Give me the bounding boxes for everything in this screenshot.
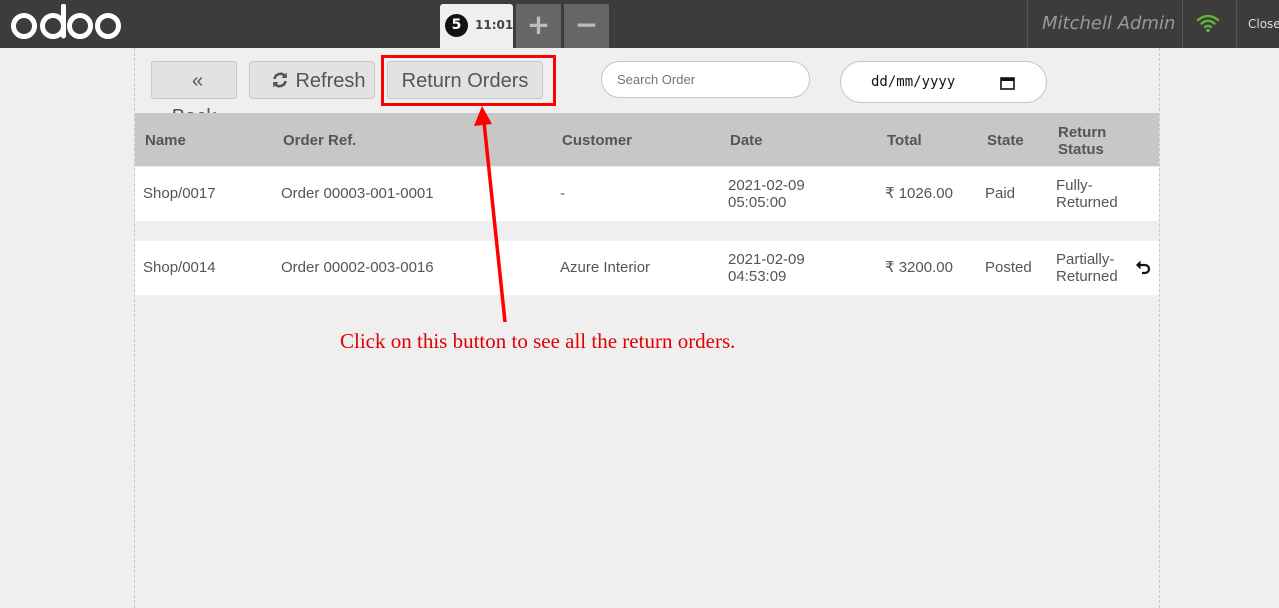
wifi-icon[interactable] <box>1196 13 1220 33</box>
back-button[interactable]: «Back <box>151 61 237 128</box>
remove-order-button[interactable]: − <box>564 4 609 48</box>
header-name: Name <box>145 132 186 149</box>
header-date: Date <box>730 132 763 149</box>
user-name[interactable]: Mitchell Admin <box>1027 0 1183 48</box>
header-total: Total <box>887 132 922 149</box>
cell-date: 2021-02-09 04:53:09 <box>728 251 805 285</box>
date-placeholder: dd/mm/yyyy <box>871 74 956 90</box>
double-chevron-left-icon: « <box>191 70 204 92</box>
search-order-input[interactable] <box>601 61 810 98</box>
cell-customer: - <box>560 185 565 202</box>
header-customer: Customer <box>562 132 633 149</box>
highlight-box <box>381 55 556 106</box>
cell-date: 2021-02-09 05:05:00 <box>728 177 805 211</box>
cell-order-ref: Order 00002-003-0016 <box>281 259 434 276</box>
cell-total: ₹ 1026.00 <box>885 185 953 202</box>
order-tab[interactable]: 5 11:01 <box>440 4 513 48</box>
cell-total: ₹ 3200.00 <box>885 259 953 276</box>
header-state: State <box>987 132 1024 149</box>
cell-state: Paid <box>985 185 1016 202</box>
close-button[interactable]: Close <box>1236 0 1279 48</box>
user-name-label: Mitchell Admin <box>1042 13 1176 34</box>
odoo-logo <box>10 4 122 44</box>
refresh-label: Refresh <box>295 70 366 92</box>
table-row[interactable]: Shop/0014 Order 00002-003-0016 Azure Int… <box>135 241 1159 295</box>
cell-return-status: Fully- Returned <box>1056 177 1118 211</box>
pos-top-bar: 5 11:01 + − Mitchell Admin Close <box>0 0 1279 48</box>
return-order-icon[interactable] <box>1135 259 1151 275</box>
refresh-icon <box>271 65 289 101</box>
cell-state: Posted <box>985 259 1032 276</box>
refresh-button[interactable]: Refresh <box>249 61 375 99</box>
cell-customer: Azure Interior <box>560 259 651 276</box>
cell-order-ref: Order 00003-001-0001 <box>281 185 434 202</box>
table-row[interactable]: Shop/0017 Order 00003-001-0001 - 2021-02… <box>135 167 1159 221</box>
orders-table-header: Name Order Ref. Customer Date Total Stat… <box>135 113 1159 166</box>
cell-name: Shop/0014 <box>143 259 216 276</box>
calendar-icon[interactable] <box>1000 75 1015 90</box>
order-number-badge: 5 <box>445 14 468 37</box>
header-order-ref: Order Ref. <box>283 132 357 149</box>
annotation-text: Click on this button to see all the retu… <box>340 329 736 353</box>
date-filter-input[interactable]: dd/mm/yyyy <box>840 61 1047 103</box>
cell-return-status: Partially- Returned <box>1056 251 1118 285</box>
header-return-status: Return Status <box>1058 124 1107 158</box>
add-order-button[interactable]: + <box>516 4 561 48</box>
cell-name: Shop/0017 <box>143 185 216 202</box>
order-time: 11:01 <box>475 18 514 32</box>
